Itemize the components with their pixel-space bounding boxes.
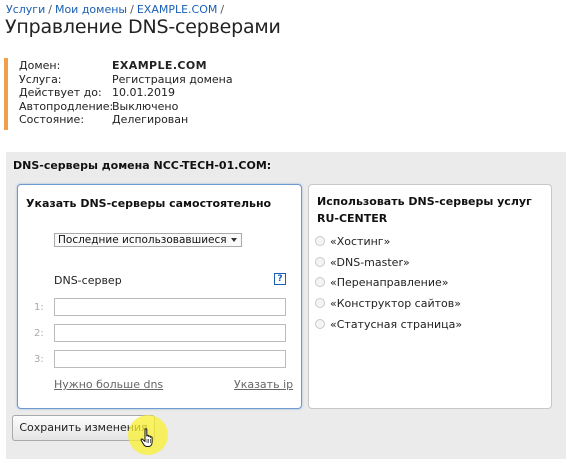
info-label: Состояние: xyxy=(19,113,85,127)
info-row-autorenew: Автопродление: Выключено xyxy=(19,100,254,114)
breadcrumb-separator: / xyxy=(220,3,225,16)
radio-label: «DNS-master» xyxy=(330,255,410,269)
radio-option-hosting[interactable]: «Хостинг» xyxy=(315,233,390,249)
autorenew-value: Выключено xyxy=(112,99,179,113)
recent-dns-select-value: Последние использовавшиеся xyxy=(58,234,227,246)
breadcrumb-domain[interactable]: EXAMPLE.COM xyxy=(137,3,218,16)
radio-option-site-builder[interactable]: «Конструктор сайтов» xyxy=(315,295,461,311)
radio-label: «Перенаправление» xyxy=(330,275,449,289)
valid-until-value: 10.01.2019 xyxy=(112,86,175,100)
manual-dns-title: Указать DNS-серверы самостоятельно xyxy=(26,197,272,210)
dns-field-number: 1: xyxy=(34,302,44,313)
breadcrumb-separator: / xyxy=(48,3,52,16)
breadcrumb-separator: / xyxy=(130,3,134,16)
dns-panel: DNS-серверы домена NCC-TECH-01.COM: Указ… xyxy=(6,152,566,459)
hand-pointer-icon xyxy=(140,428,153,447)
page-title: Управление DNS-серверами xyxy=(5,16,281,38)
domain-info: Домен: EXAMPLE.COM Услуга: Регистрация д… xyxy=(4,58,254,130)
dns-field-row: 1: xyxy=(18,298,303,318)
specify-ip-link[interactable]: Указать ip xyxy=(234,378,293,391)
radio-label: «Статусная страница» xyxy=(330,317,463,331)
manual-dns-box[interactable]: Указать DNS-серверы самостоятельно После… xyxy=(17,184,302,409)
dns-server-input-3[interactable] xyxy=(54,350,286,368)
radio-label: «Хостинг» xyxy=(330,234,391,248)
info-label: Услуга: xyxy=(19,72,62,86)
radio-button[interactable] xyxy=(315,236,325,246)
breadcrumb-services[interactable]: Услуги xyxy=(6,3,45,16)
info-label: Автопродление: xyxy=(19,99,114,113)
ru-center-dns-title: Использовать DNS-серверы услуг RU-CENTER xyxy=(317,195,532,225)
info-row-service: Услуга: Регистрация домена xyxy=(19,73,254,87)
dns-server-input-1[interactable] xyxy=(54,298,286,316)
radio-button[interactable] xyxy=(315,319,325,329)
info-label: Действует до: xyxy=(19,86,102,100)
radio-option-redirect[interactable]: «Перенаправление» xyxy=(315,274,449,290)
breadcrumb-my-domains[interactable]: Мои домены xyxy=(55,3,127,16)
dns-server-input-2[interactable] xyxy=(54,324,286,342)
dns-panel-title: DNS-серверы домена NCC-TECH-01.COM: xyxy=(13,159,272,172)
dns-field-number: 3: xyxy=(34,354,44,365)
info-row-valid: Действует до: 10.01.2019 xyxy=(19,86,254,100)
radio-button[interactable] xyxy=(315,298,325,308)
help-icon[interactable]: ? xyxy=(274,273,286,285)
recent-dns-select[interactable]: Последние использовавшиеся xyxy=(54,233,242,247)
info-row-status: Состояние: Делегирован xyxy=(19,113,254,127)
radio-label: «Конструктор сайтов» xyxy=(330,296,461,310)
radio-button[interactable] xyxy=(315,277,325,287)
dns-server-label: DNS-сервер xyxy=(54,274,122,287)
chevron-down-icon xyxy=(231,238,237,242)
status-value: Делегирован xyxy=(112,113,189,127)
radio-button[interactable] xyxy=(315,257,325,267)
info-label: Домен: xyxy=(19,59,61,72)
radio-option-dns-master[interactable]: «DNS-master» xyxy=(315,254,410,270)
dns-field-number: 2: xyxy=(34,328,44,339)
more-dns-link[interactable]: Нужно больше dns xyxy=(54,378,163,391)
ru-center-dns-box[interactable]: Использовать DNS-серверы услуг RU-CENTER… xyxy=(308,184,552,409)
dns-field-row: 2: xyxy=(18,324,303,344)
info-row-domain: Домен: EXAMPLE.COM xyxy=(19,59,254,73)
breadcrumb: Услуги / Мои домены / EXAMPLE.COM / xyxy=(6,3,227,16)
service-value: Регистрация домена xyxy=(112,72,233,86)
radio-option-status-page[interactable]: «Статусная страница» xyxy=(315,316,462,332)
dns-field-row: 3: xyxy=(18,350,303,370)
domain-value: EXAMPLE.COM xyxy=(112,59,207,72)
